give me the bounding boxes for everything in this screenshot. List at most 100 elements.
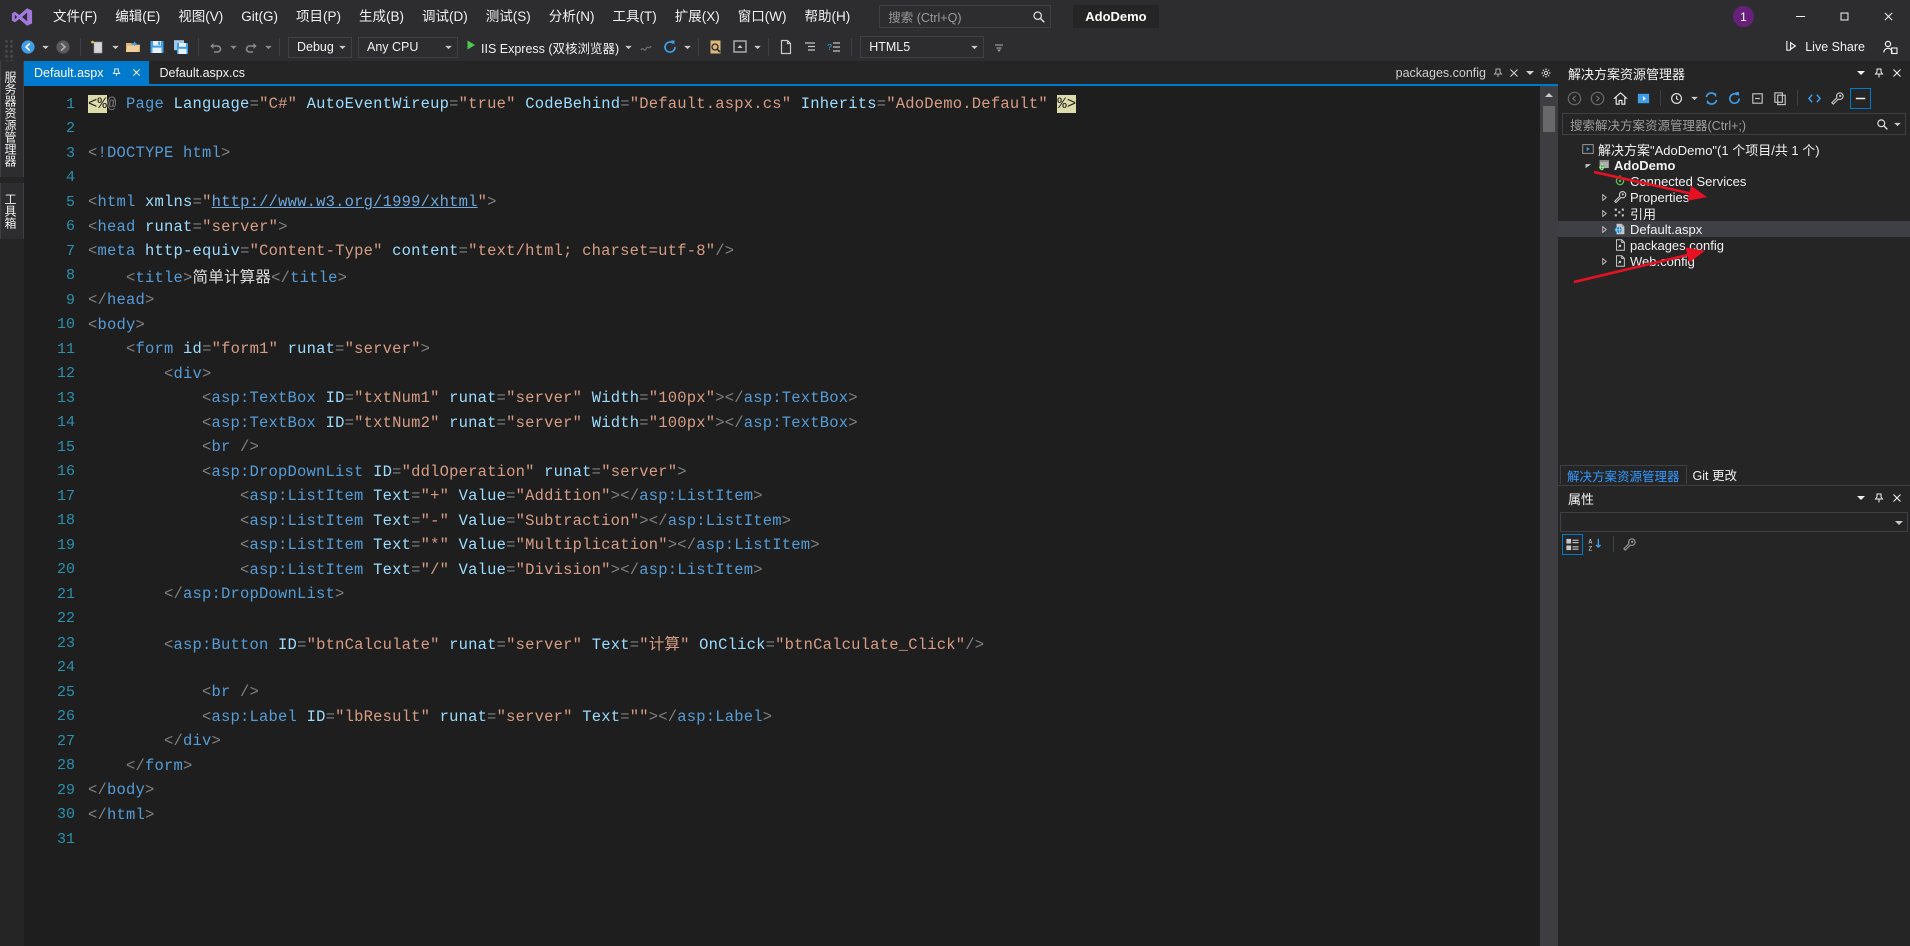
gear-icon[interactable] xyxy=(1538,64,1554,82)
navigate-forward-button[interactable] xyxy=(52,36,74,58)
menu-tools[interactable]: 工具(T) xyxy=(604,5,666,29)
code-line[interactable]: 31 xyxy=(24,827,1540,852)
se-sync-button[interactable] xyxy=(1701,88,1722,109)
redo-button[interactable] xyxy=(240,36,262,58)
quick-launch-search[interactable]: 搜索 (Ctrl+Q) xyxy=(879,5,1052,28)
close-icon[interactable] xyxy=(1506,64,1522,82)
code-line[interactable]: 19 <asp:ListItem Text="*" Value="Multipl… xyxy=(24,533,1540,558)
line-code[interactable]: <br /> xyxy=(88,438,259,456)
server-explorer-tab[interactable]: 服务器资源管理器 xyxy=(0,61,24,177)
menu-debug[interactable]: 调试(D) xyxy=(413,5,477,29)
code-editor[interactable]: 1 <%@ Page Language="C#" AutoEventWireup=… xyxy=(24,86,1558,946)
live-share-button[interactable]: Live Share xyxy=(1785,38,1865,56)
main-menu[interactable]: 文件(F) 编辑(E) 视图(V) Git(G) 项目(P) 生成(B) 调试(… xyxy=(44,0,859,33)
code-line[interactable]: 4 xyxy=(24,166,1540,191)
undo-button[interactable] xyxy=(205,36,227,58)
dock-tab-git-changes[interactable]: Git 更改 xyxy=(1687,465,1743,484)
menu-extensions[interactable]: 扩展(X) xyxy=(666,5,729,29)
chevron-right-icon[interactable] xyxy=(1598,209,1611,217)
code-line[interactable]: 18 <asp:ListItem Text="-" Value="Subtrac… xyxy=(24,509,1540,534)
pin-icon[interactable] xyxy=(1870,63,1888,83)
refresh-dropdown-icon[interactable] xyxy=(682,36,693,58)
solution-tree[interactable]: 解决方案"AdoDemo"(1 个项目/共 1 个) AdoDemo Connect… xyxy=(1558,138,1910,269)
se-view-code-button[interactable] xyxy=(1804,88,1825,109)
menu-test[interactable]: 测试(S) xyxy=(477,5,540,29)
code-lines-container[interactable]: 1 <%@ Page Language="C#" AutoEventWireup=… xyxy=(24,86,1540,946)
se-back-button[interactable] xyxy=(1564,88,1585,109)
tree-item-web-config[interactable]: Web.config xyxy=(1558,253,1910,269)
window-layout-button[interactable] xyxy=(729,36,751,58)
format-document-button[interactable] xyxy=(799,36,821,58)
menu-window[interactable]: 窗口(W) xyxy=(729,5,796,29)
line-code[interactable]: </html> xyxy=(88,806,155,824)
code-line[interactable]: 11 <form id="form1" runat="server"> xyxy=(24,337,1540,362)
window-layout-dropdown-icon[interactable] xyxy=(752,36,763,58)
se-collapse-all-button[interactable] xyxy=(1747,88,1768,109)
doctype-combo[interactable]: HTML5 xyxy=(860,36,985,58)
line-code[interactable]: <html xmlns="http://www.w3.org/1999/xhtm… xyxy=(88,193,497,211)
code-line[interactable]: 25 <br /> xyxy=(24,680,1540,705)
manage-accounts-button[interactable] xyxy=(1879,36,1901,58)
navigate-back-button[interactable] xyxy=(17,36,39,58)
navigate-back-dropdown-icon[interactable] xyxy=(40,36,51,58)
menu-build[interactable]: 生成(B) xyxy=(350,5,413,29)
code-line[interactable]: 15 <br /> xyxy=(24,435,1540,460)
line-code[interactable]: <%@ Page Language="C#" AutoEventWireup="… xyxy=(88,95,1077,114)
save-all-button[interactable] xyxy=(170,36,192,58)
line-code[interactable]: <asp:Label ID="lbResult" runat="server" … xyxy=(88,708,772,726)
find-in-files-button[interactable] xyxy=(705,36,727,58)
se-refresh-button[interactable] xyxy=(1724,88,1745,109)
code-line[interactable]: 27 </div> xyxy=(24,729,1540,754)
editor-vertical-scrollbar[interactable] xyxy=(1540,86,1558,946)
se-preview-selected-button[interactable] xyxy=(1850,87,1871,109)
code-line[interactable]: 30 </html> xyxy=(24,803,1540,828)
tree-item-connected-services[interactable]: Connected Services xyxy=(1558,173,1910,189)
tab-default-aspx[interactable]: Default.aspx xyxy=(24,61,150,84)
close-icon[interactable] xyxy=(1888,63,1906,83)
properties-object-combo[interactable] xyxy=(1560,512,1908,532)
pin-icon[interactable] xyxy=(1490,64,1506,82)
line-code[interactable]: <asp:TextBox ID="txtNum2" runat="server"… xyxy=(88,414,858,432)
chevron-down-icon[interactable] xyxy=(1892,122,1902,127)
events-view-button[interactable] xyxy=(1619,534,1640,555)
line-code[interactable]: </head> xyxy=(88,291,155,309)
se-properties-button[interactable] xyxy=(1827,88,1848,109)
line-code[interactable]: <asp:TextBox ID="txtNum1" runat="server"… xyxy=(88,389,858,407)
toolbox-tab[interactable]: 工具箱 xyxy=(0,183,24,239)
start-debug-button[interactable]: IIS Express (双核浏览器) xyxy=(461,36,623,58)
code-line[interactable]: 3 <!DOCTYPE html> xyxy=(24,141,1540,166)
code-line[interactable]: 5 <html xmlns="http://www.w3.org/1999/xht… xyxy=(24,190,1540,215)
chevron-down-icon[interactable] xyxy=(1522,64,1538,82)
solution-explorer-search[interactable]: 搜索解决方案资源管理器(Ctrl+;) xyxy=(1562,113,1906,135)
notification-badge[interactable]: 1 xyxy=(1733,6,1754,27)
menu-help[interactable]: 帮助(H) xyxy=(795,5,859,29)
toggle-outlining-button[interactable]: ? xyxy=(823,36,845,58)
se-pending-dropdown-icon[interactable] xyxy=(1689,87,1700,109)
tree-item-[interactable]: 引用 xyxy=(1558,205,1910,222)
line-code[interactable]: <div> xyxy=(88,365,212,383)
se-solution-view-button[interactable] xyxy=(1633,88,1654,109)
chevron-right-icon[interactable] xyxy=(1598,193,1611,201)
code-line[interactable]: 7 <meta http-equiv="Content-Type" content… xyxy=(24,239,1540,264)
close-icon[interactable] xyxy=(129,66,143,80)
code-line[interactable]: 8 <title>简单计算器</title> xyxy=(24,264,1540,289)
tree-item-adodemo-1-1[interactable]: 解决方案"AdoDemo"(1 个项目/共 1 个) xyxy=(1558,141,1910,158)
line-code[interactable]: <!DOCTYPE html> xyxy=(88,144,231,162)
menu-project[interactable]: 项目(P) xyxy=(287,5,350,29)
chevron-right-icon[interactable] xyxy=(1598,225,1611,233)
pin-icon[interactable] xyxy=(109,66,123,80)
undo-dropdown-icon[interactable] xyxy=(228,36,239,58)
line-code[interactable]: <asp:DropDownList ID="ddlOperation" runa… xyxy=(88,463,687,481)
line-code[interactable]: <asp:ListItem Text="*" Value="Multiplica… xyxy=(88,536,820,554)
code-line[interactable]: 28 </form> xyxy=(24,754,1540,779)
categorized-view-button[interactable] xyxy=(1562,533,1583,555)
line-code[interactable]: </div> xyxy=(88,732,221,750)
code-line[interactable]: 26 <asp:Label ID="lbResult" runat="serve… xyxy=(24,705,1540,730)
se-forward-button[interactable] xyxy=(1587,88,1608,109)
new-project-dropdown-icon[interactable] xyxy=(110,36,121,58)
menu-view[interactable]: 视图(V) xyxy=(169,5,232,29)
tree-item-default-aspx[interactable]: Default.aspx xyxy=(1558,221,1910,237)
new-project-button[interactable] xyxy=(87,36,109,58)
minimize-button[interactable] xyxy=(1778,0,1822,33)
code-line[interactable]: 12 <div> xyxy=(24,362,1540,387)
